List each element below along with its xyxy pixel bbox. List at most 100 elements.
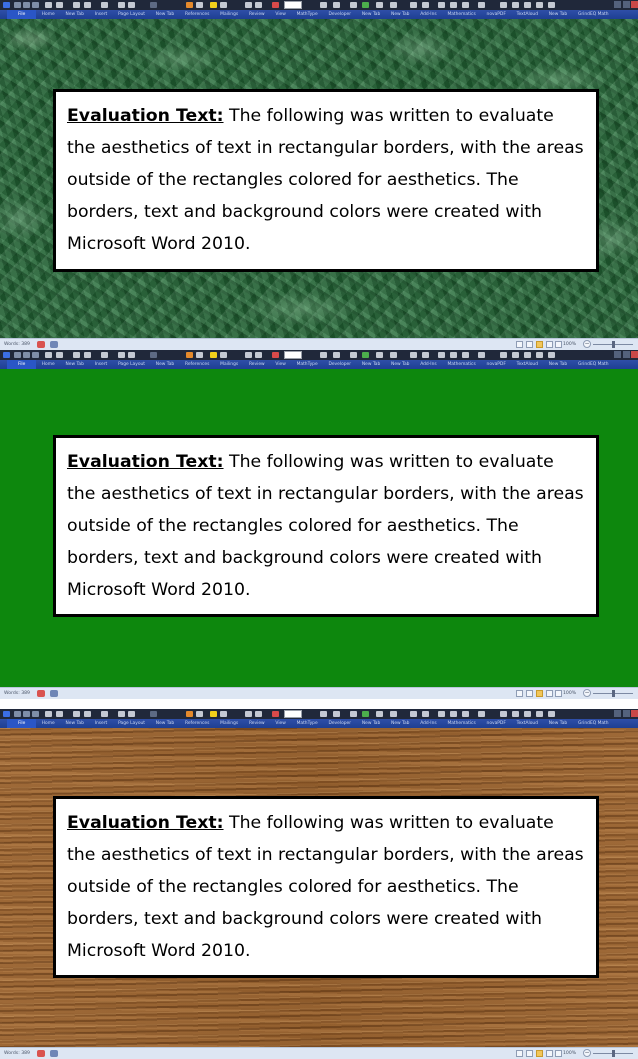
minimize-icon[interactable] [614, 351, 621, 358]
close-icon[interactable] [631, 351, 638, 358]
evaluation-text-box[interactable]: Evaluation Text: The following was writt… [53, 89, 599, 272]
toolbar-icon[interactable] [376, 711, 383, 717]
toolbar-icon[interactable] [333, 352, 340, 358]
ribbon-tab[interactable]: View [270, 719, 291, 728]
word-count[interactable]: Words: 389 [4, 690, 30, 697]
ribbon-tab[interactable]: Page Layout [113, 719, 151, 728]
toolbar-icon[interactable] [255, 2, 262, 8]
ribbon-tab[interactable]: New Tab [386, 10, 415, 19]
toolbar-icon[interactable] [450, 711, 457, 717]
toolbar-icon[interactable] [350, 352, 357, 358]
ribbon-tab[interactable]: TextAloud [511, 10, 543, 19]
toolbar-icon[interactable] [536, 352, 543, 358]
redo-icon[interactable] [32, 352, 39, 358]
highlight-icon[interactable] [210, 352, 217, 358]
font-color-icon[interactable] [272, 352, 279, 358]
toolbar-icon[interactable] [500, 2, 507, 8]
font-size-dropdown[interactable] [284, 1, 302, 9]
toolbar-icon[interactable] [73, 711, 80, 717]
ribbon-tab[interactable]: Add-Ins [415, 10, 442, 19]
toolbar-icon[interactable] [186, 711, 193, 717]
toolbar-icon[interactable] [255, 711, 262, 717]
toolbar-icon[interactable] [450, 2, 457, 8]
toolbar-icon[interactable] [128, 2, 135, 8]
ribbon-tab[interactable]: New Tab [543, 360, 572, 369]
toolbar-icon[interactable] [548, 711, 555, 717]
ribbon-tab[interactable]: Mailings [215, 360, 244, 369]
save-icon[interactable] [14, 2, 21, 8]
web-layout-view-button[interactable] [536, 690, 543, 697]
ribbon-tab[interactable]: GrindEQ Math [573, 719, 614, 728]
toolbar-icon[interactable] [462, 711, 469, 717]
toolbar-icon[interactable] [128, 711, 135, 717]
ribbon-tab[interactable]: Review [244, 719, 270, 728]
ribbon-tab[interactable]: New Tab [60, 719, 89, 728]
ribbon-tab[interactable]: Mathematics [442, 360, 481, 369]
evaluation-text-box[interactable]: Evaluation Text: The following was writt… [53, 796, 599, 978]
ribbon-tab[interactable]: New Tab [543, 10, 572, 19]
proofing-icon[interactable] [37, 690, 45, 697]
font-color-icon[interactable] [272, 2, 279, 8]
ribbon-tab[interactable]: Home [36, 719, 60, 728]
toolbar-icon[interactable] [128, 352, 135, 358]
toolbar-icon[interactable] [422, 2, 429, 8]
word-app-icon[interactable] [3, 2, 10, 8]
toolbar-icon[interactable] [220, 352, 227, 358]
minimize-icon[interactable] [614, 1, 621, 8]
ribbon-tab[interactable]: New Tab [356, 719, 385, 728]
ribbon-tab[interactable]: Home [36, 360, 60, 369]
toolbar-icon[interactable] [390, 2, 397, 8]
draft-view-button[interactable] [555, 690, 562, 697]
ribbon-tab[interactable]: View [270, 10, 291, 19]
evaluation-text-box[interactable]: Evaluation Text: The following was writt… [53, 435, 599, 617]
toolbar-icon[interactable] [56, 711, 63, 717]
ribbon-tab[interactable]: New Tab [356, 10, 385, 19]
ribbon-tab[interactable]: TextAloud [511, 360, 543, 369]
draft-view-button[interactable] [555, 341, 562, 348]
ribbon-tab[interactable]: MathType [291, 719, 323, 728]
macro-record-icon[interactable] [50, 1050, 58, 1057]
toolbar-icon[interactable] [196, 2, 203, 8]
toolbar-icon[interactable] [362, 711, 369, 717]
toolbar-icon[interactable] [186, 352, 193, 358]
ribbon-tab[interactable]: New Tab [150, 360, 179, 369]
ribbon-tab[interactable]: References [180, 719, 215, 728]
font-size-dropdown[interactable] [284, 351, 302, 359]
toolbar-icon[interactable] [196, 711, 203, 717]
ribbon-tab[interactable]: References [180, 10, 215, 19]
print-layout-view-button[interactable] [516, 690, 523, 697]
toolbar-icon[interactable] [422, 711, 429, 717]
maximize-icon[interactable] [623, 710, 630, 717]
toolbar-icon[interactable] [350, 711, 357, 717]
toolbar-icon[interactable] [320, 352, 327, 358]
ribbon-tab[interactable]: Insert [89, 360, 112, 369]
toolbar-icon[interactable] [500, 711, 507, 717]
toolbar-icon[interactable] [186, 2, 193, 8]
undo-icon[interactable] [23, 352, 30, 358]
zoom-level[interactable]: 100% [563, 341, 576, 348]
ribbon-tab[interactable]: Add-Ins [415, 719, 442, 728]
toolbar-icon[interactable] [220, 2, 227, 8]
toolbar-icon[interactable] [73, 2, 80, 8]
ribbon-tab[interactable]: MathType [291, 10, 323, 19]
toolbar-icon[interactable] [101, 2, 108, 8]
tab-file[interactable]: File [7, 360, 37, 369]
ribbon-tab[interactable]: novaPDF [481, 360, 511, 369]
toolbar-icon[interactable] [245, 711, 252, 717]
ribbon-tab[interactable]: Page Layout [113, 360, 151, 369]
word-count[interactable]: Words: 389 [4, 1050, 30, 1057]
toolbar-icon[interactable] [512, 2, 519, 8]
toolbar-icon[interactable] [56, 2, 63, 8]
ribbon-tab[interactable]: Review [244, 10, 270, 19]
zoom-minus-icon[interactable]: − [583, 689, 591, 697]
ribbon-tab[interactable]: New Tab [60, 10, 89, 19]
toolbar-icon[interactable] [390, 711, 397, 717]
toolbar-icon[interactable] [101, 711, 108, 717]
maximize-icon[interactable] [623, 1, 630, 8]
toolbar-icon[interactable] [320, 711, 327, 717]
toolbar-icon[interactable] [118, 711, 125, 717]
toolbar-icon[interactable] [462, 2, 469, 8]
word-app-icon[interactable] [3, 711, 10, 717]
toolbar-icon[interactable] [512, 711, 519, 717]
web-layout-view-button[interactable] [536, 341, 543, 348]
